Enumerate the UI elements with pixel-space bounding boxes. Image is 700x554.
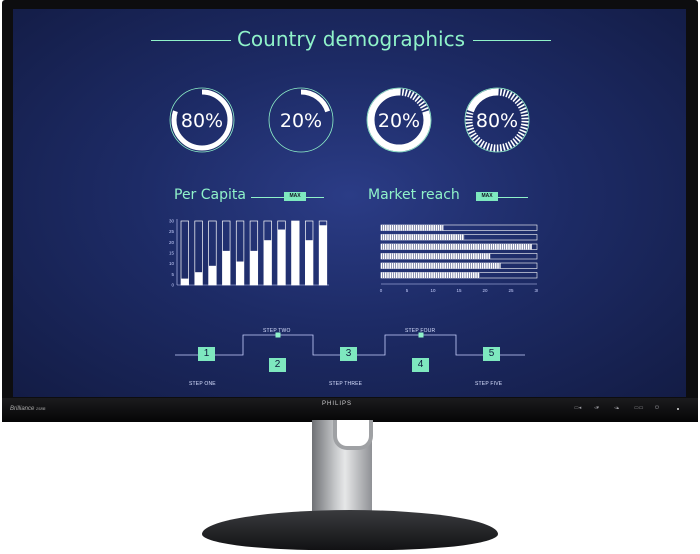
step-4-box: 4 [412, 358, 429, 372]
step-3-box: 3 [340, 347, 357, 361]
power-button-icon[interactable]: ⏻ [655, 405, 659, 411]
model-code: 258B [36, 406, 46, 411]
bar [277, 229, 286, 285]
x-tick-label: 5 [406, 288, 409, 293]
y-tick-label: 25 [169, 229, 175, 234]
step-4-label: STEP FOUR [405, 328, 436, 334]
bar [291, 221, 300, 285]
ring-label: 80% [476, 110, 518, 132]
step-1-box: 1 [198, 347, 215, 361]
bar [250, 250, 258, 285]
bar [381, 225, 444, 231]
cable-management-hole [333, 420, 373, 450]
ring-2: 20% [268, 87, 334, 153]
bar [319, 225, 327, 285]
x-tick-label: 25 [508, 288, 514, 293]
bar [181, 278, 189, 285]
bar [236, 261, 244, 285]
step-1-label: STEP ONE [189, 381, 216, 387]
per-capita-max-badge: MAX [284, 192, 306, 201]
monitor-screen: Country demographics 80% 20% 20% 80% Per Ca… [13, 9, 686, 397]
ring-1: 80% [169, 87, 235, 153]
market-reach-chart: 0 5 10 15 20 25 30 [380, 224, 538, 293]
ring-3: 20% [366, 87, 432, 153]
y-tick-label: 30 [169, 219, 175, 224]
audio-button-icon[interactable]: ◃▾ [594, 405, 599, 411]
ring-4: 80% [464, 87, 530, 153]
bar [381, 263, 501, 269]
bar-frame [180, 220, 189, 286]
volume-button-icon[interactable]: ◃▴ [614, 405, 619, 411]
y-tick-label: 20 [169, 240, 175, 245]
percentage-rings: 80% 20% 20% 80% [169, 87, 530, 153]
per-capita-title: Per Capita [174, 187, 246, 203]
ring-label: 20% [378, 110, 420, 132]
x-tick-label: 0 [380, 288, 383, 293]
step-3-label: STEP THREE [329, 381, 363, 387]
step-2-box: 2 [269, 358, 286, 372]
y-tick-label: 5 [171, 272, 174, 277]
per-capita-chart: 30 25 20 15 10 5 0 [169, 219, 329, 288]
x-tick-label: 30 [534, 288, 538, 293]
input-button-icon[interactable]: ▭◂ [574, 405, 581, 411]
y-tick-label: 10 [169, 261, 175, 266]
brand-logo: PHILIPS [322, 401, 353, 407]
model-series: Brilliance [10, 406, 35, 412]
x-tick-label: 10 [430, 288, 436, 293]
monitor-stand-base [202, 510, 498, 550]
x-tick-label: 20 [482, 288, 488, 293]
step-5-box: 5 [483, 347, 500, 361]
bar [381, 244, 532, 250]
bar [222, 250, 231, 285]
per-capita-badge-line [306, 197, 324, 198]
step-5-label: STEP FIVE [475, 381, 503, 387]
market-reach-max-badge: MAX [476, 192, 498, 201]
market-reach-badge-line [498, 197, 528, 198]
bar [381, 253, 491, 259]
ring-label: 20% [280, 110, 322, 132]
bar [263, 240, 272, 285]
market-reach-title: Market reach [368, 187, 460, 203]
per-capita-title-line [251, 197, 284, 198]
bar [305, 240, 313, 285]
model-name: Brilliance 258B [10, 406, 45, 412]
menu-button-icon[interactable]: ▭▭ [634, 405, 643, 411]
monitor-chin: Brilliance 258B PHILIPS ▭◂ ◃▾ ◃▴ ▭▭ ⏻ [2, 398, 698, 422]
ring-label: 80% [181, 110, 223, 132]
bar [194, 272, 203, 285]
x-tick-label: 15 [456, 288, 462, 293]
power-led-icon [677, 408, 679, 410]
y-tick-label: 0 [171, 283, 174, 288]
step-2-label: STEP TWO [263, 328, 291, 334]
y-tick-label: 15 [169, 251, 175, 256]
bar [208, 265, 217, 285]
